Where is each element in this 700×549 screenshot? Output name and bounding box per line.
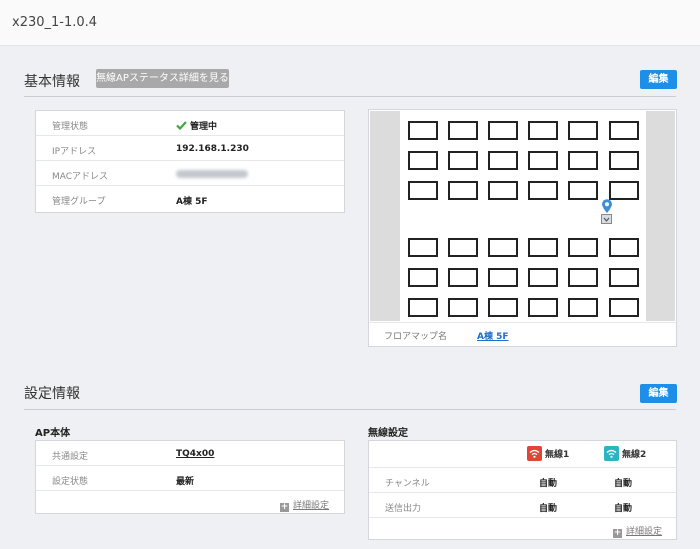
- basic-info-title: 基本情報: [24, 74, 80, 90]
- divider: [24, 409, 676, 410]
- floor-map-room: [448, 268, 478, 287]
- setting-status-value: 最新: [176, 477, 195, 487]
- settings-edit-button[interactable]: 編集: [640, 384, 677, 403]
- floor-map-room: [528, 121, 558, 140]
- wireless-settings-title: 無線設定: [368, 428, 408, 439]
- floor-map-room: [448, 121, 478, 140]
- ap-status-detail-button[interactable]: 無線APステータス詳細を見る: [96, 69, 229, 88]
- plus-icon: +: [613, 528, 622, 538]
- mac-address-value: [176, 170, 248, 181]
- management-group-value: A棟 5F: [176, 197, 208, 207]
- floor-map-room: [488, 238, 518, 257]
- status-text: 管理中: [190, 122, 218, 132]
- floor-map-room: [568, 298, 598, 317]
- floor-map-room: [609, 151, 639, 170]
- divider: [24, 96, 676, 97]
- table-row: チャンネル 自動 自動: [369, 468, 676, 493]
- table-row: 設定状態 最新: [36, 466, 344, 491]
- floor-map-room: [528, 268, 558, 287]
- radio2-header: 無線2: [604, 446, 646, 461]
- table-row: 共通設定 TQ4x00: [36, 441, 344, 466]
- floor-map-room: [568, 181, 598, 200]
- wifi-icon: [527, 446, 542, 461]
- floor-map-room: [528, 238, 558, 257]
- ap-settings-table: 共通設定 TQ4x00 設定状態 最新 + 詳細設定: [35, 440, 345, 514]
- floor-map-room: [609, 181, 639, 200]
- row-label: MACアドレス: [52, 172, 109, 182]
- floor-map-canvas: [400, 111, 646, 321]
- detail-link-label: 詳細設定: [293, 501, 330, 511]
- floor-map-room: [448, 151, 478, 170]
- floor-map-link[interactable]: A棟 5F: [477, 329, 509, 342]
- floor-map-label: フロアマップ名: [384, 332, 448, 342]
- floor-map-card: フロアマップ名 A棟 5F: [368, 109, 677, 347]
- check-icon: [176, 121, 187, 131]
- floor-map-room: [408, 181, 438, 200]
- radio1-header: 無線1: [527, 446, 569, 461]
- row-label: チャンネル: [385, 479, 430, 489]
- plus-icon: +: [280, 502, 289, 512]
- radio1-label: 無線1: [545, 450, 570, 460]
- floor-map-room: [568, 151, 598, 170]
- table-header-row: 無線1 無線2: [369, 441, 676, 468]
- radio1-power-value: 自動: [539, 504, 558, 514]
- row-label: 管理グループ: [52, 197, 106, 207]
- header-bar: x230_1-1.0.4: [0, 0, 700, 46]
- floor-map[interactable]: [370, 111, 675, 321]
- floor-map-room: [568, 268, 598, 287]
- floor-map-room: [528, 181, 558, 200]
- floor-map-room: [488, 121, 518, 140]
- table-row: 送信出力 自動 自動: [369, 493, 676, 518]
- wireless-settings-table: 無線1 無線2 チャンネル 自動 自動 送信出力 自動 自動 + 詳細設定: [368, 440, 677, 540]
- floor-map-room: [528, 151, 558, 170]
- floor-map-room: [488, 151, 518, 170]
- floor-map-room: [448, 298, 478, 317]
- row-label: IPアドレス: [52, 147, 97, 157]
- floor-map-room: [448, 238, 478, 257]
- wifi-icon: [604, 446, 619, 461]
- row-label: 設定状態: [52, 477, 89, 487]
- basic-edit-button[interactable]: 編集: [640, 70, 677, 89]
- ap-body-title: AP本体: [35, 428, 71, 439]
- table-row: 管理状態 管理中: [36, 111, 344, 136]
- table-row: 管理グループ A棟 5F: [36, 186, 344, 211]
- floor-map-room: [408, 151, 438, 170]
- divider: [369, 322, 676, 323]
- management-status-value: 管理中: [176, 119, 217, 132]
- radio2-power-value: 自動: [614, 504, 633, 514]
- radio2-channel-value: 自動: [614, 479, 633, 489]
- floor-map-room: [408, 238, 438, 257]
- floor-map-room: [609, 121, 639, 140]
- floor-map-room: [609, 268, 639, 287]
- ap-detail-settings-link[interactable]: + 詳細設定: [280, 498, 329, 512]
- table-row: MACアドレス: [36, 161, 344, 186]
- detail-link-label: 詳細設定: [626, 527, 663, 537]
- row-label: 送信出力: [385, 504, 422, 514]
- ip-address-value: 192.168.1.230: [176, 144, 249, 154]
- floor-map-room: [528, 298, 558, 317]
- app-title: x230_1-1.0.4: [12, 15, 98, 30]
- floor-map-room: [488, 268, 518, 287]
- radio1-channel-value: 自動: [539, 479, 558, 489]
- floor-map-room: [488, 298, 518, 317]
- row-label: 管理状態: [52, 122, 89, 132]
- floor-map-room: [408, 298, 438, 317]
- floor-map-room: [609, 298, 639, 317]
- floor-map-room: [568, 121, 598, 140]
- settings-title: 設定情報: [24, 386, 80, 402]
- table-row: IPアドレス 192.168.1.230: [36, 136, 344, 161]
- floor-map-room: [568, 238, 598, 257]
- mac-address-redacted: [176, 170, 248, 178]
- floor-map-room: [609, 238, 639, 257]
- radio2-label: 無線2: [622, 450, 647, 460]
- floor-map-room: [408, 268, 438, 287]
- floor-map-room: [448, 181, 478, 200]
- wireless-detail-settings-link[interactable]: + 詳細設定: [613, 524, 662, 538]
- floor-map-room: [408, 121, 438, 140]
- row-label: 共通設定: [52, 452, 89, 462]
- access-point-icon[interactable]: [601, 214, 612, 224]
- floor-map-room: [488, 181, 518, 200]
- basic-info-table: 管理状態 管理中 IPアドレス 192.168.1.230 MACアドレス 管理…: [35, 110, 345, 213]
- common-setting-link[interactable]: TQ4x00: [176, 449, 214, 459]
